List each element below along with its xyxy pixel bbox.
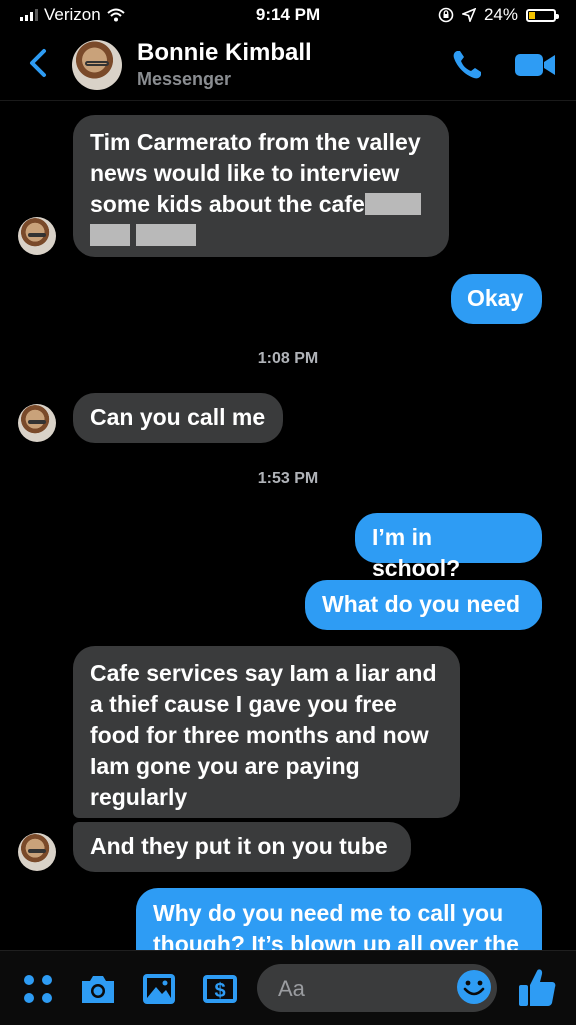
location-icon <box>461 8 476 22</box>
message-input-placeholder: Aa <box>278 976 305 1001</box>
timestamp: 1:53 PM <box>257 470 319 487</box>
timestamp: 1:08 PM <box>257 350 319 367</box>
sender-avatar[interactable] <box>18 404 56 442</box>
message-line: Tim Carmerato from the valley <box>90 129 421 155</box>
status-right: 24% <box>438 5 559 25</box>
conversation-header: Bonnie Kimball Messenger <box>0 30 576 101</box>
message-incoming: Tim Carmerato from the valley news would… <box>73 115 449 257</box>
apps-grid-icon[interactable] <box>18 969 58 1009</box>
payment-icon[interactable]: $ <box>200 969 240 1009</box>
photo-gallery-icon[interactable] <box>139 969 179 1009</box>
message-line: some kids about the cafe <box>90 189 432 220</box>
thumbs-up-icon[interactable] <box>516 965 558 1009</box>
message-line: Cafe services say Iam a liar and <box>90 660 437 686</box>
orientation-lock-icon <box>438 7 454 23</box>
battery-icon <box>526 8 559 22</box>
message-line: though? It’s blown up all over the <box>153 931 519 950</box>
redaction-bar <box>364 193 421 215</box>
video-camera-icon[interactable] <box>514 50 556 80</box>
message-line <box>90 220 432 251</box>
battery-percent: 24% <box>483 5 518 24</box>
message-outgoing: What do you need <box>305 580 542 630</box>
emoji-icon[interactable] <box>455 968 493 1006</box>
message-line: food for three months and now <box>90 722 429 748</box>
composer-bar: $ Aa <box>0 950 576 1025</box>
contact-subtitle: Messenger <box>137 69 232 89</box>
svg-text:$: $ <box>214 980 225 1002</box>
message-list[interactable]: Tim Carmerato from the valley news would… <box>0 100 576 950</box>
message-text: some kids about the cafe <box>90 191 365 217</box>
sender-avatar[interactable] <box>18 217 56 255</box>
message-line: Why do you need me to call you <box>153 900 504 926</box>
message-outgoing: Why do you need me to call you though? I… <box>136 888 542 950</box>
contact-avatar[interactable] <box>72 40 122 90</box>
contact-name[interactable]: Bonnie Kimball <box>137 39 312 67</box>
message-incoming: Can you call me <box>73 393 283 443</box>
message-incoming: Cafe services say Iam a liar and a thief… <box>73 646 460 818</box>
message-outgoing: I’m in school? <box>355 513 542 581</box>
message-incoming: And they put it on you tube <box>73 822 411 872</box>
camera-icon[interactable] <box>78 969 118 1009</box>
message-line: regularly <box>90 784 188 810</box>
sender-avatar[interactable] <box>18 833 56 871</box>
status-bar: Verizon 9:14 PM 24% <box>0 0 576 30</box>
message-line: news would like to interview <box>90 160 400 186</box>
phone-icon[interactable] <box>450 48 484 82</box>
message-outgoing: Okay <box>451 274 542 324</box>
message-line: Iam gone you are paying <box>90 753 360 779</box>
message-line: a thief cause I gave you free <box>90 691 397 717</box>
back-chevron-icon[interactable] <box>22 46 56 80</box>
redaction-bar <box>90 224 130 246</box>
redaction-bar <box>136 224 197 246</box>
